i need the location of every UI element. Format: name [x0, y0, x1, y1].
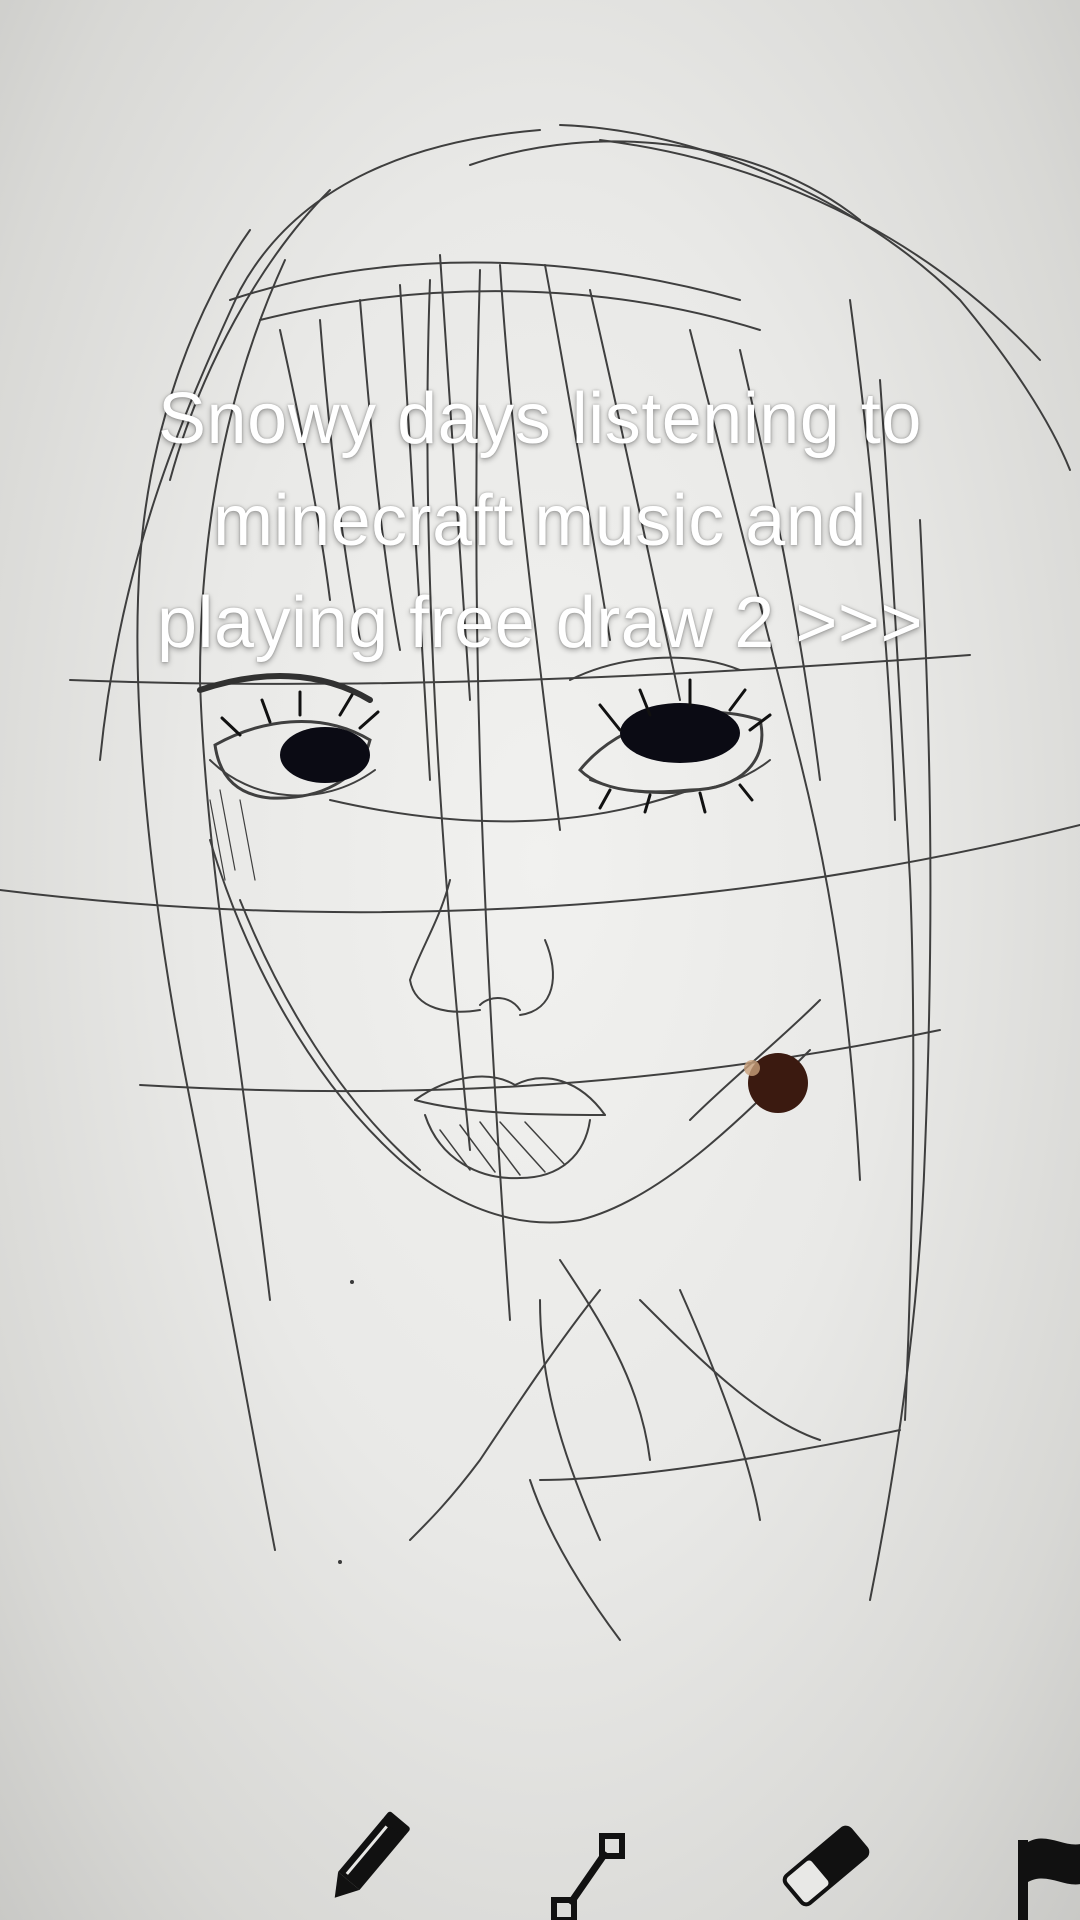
drawing-canvas[interactable]	[0, 0, 1080, 1920]
eraser-icon	[782, 1825, 870, 1907]
pencil-icon	[334, 1811, 410, 1898]
tool-bar	[0, 1800, 1080, 1920]
left-pupil	[280, 727, 370, 783]
caption-line-1: Snowy days listening to	[158, 379, 922, 459]
flag-tool-button[interactable]	[1010, 1800, 1080, 1920]
canvas-speck	[338, 1560, 342, 1564]
line-tool-icon	[551, 1833, 625, 1920]
flag-icon	[1018, 1838, 1080, 1920]
caption-line-3: playing free draw 2 >>>	[157, 583, 923, 663]
canvas-speck	[350, 1280, 354, 1284]
right-pupil	[620, 703, 740, 763]
caption-line-2: minecraft music and	[213, 481, 867, 561]
line-tool-button[interactable]	[540, 1800, 650, 1920]
pencil-tool-button[interactable]	[305, 1800, 415, 1920]
video-caption: Snowy days listening to minecraft music …	[40, 368, 1040, 674]
eraser-tool-button[interactable]	[770, 1800, 880, 1920]
drawing-app-screen: Snowy days listening to minecraft music …	[0, 0, 1080, 1920]
